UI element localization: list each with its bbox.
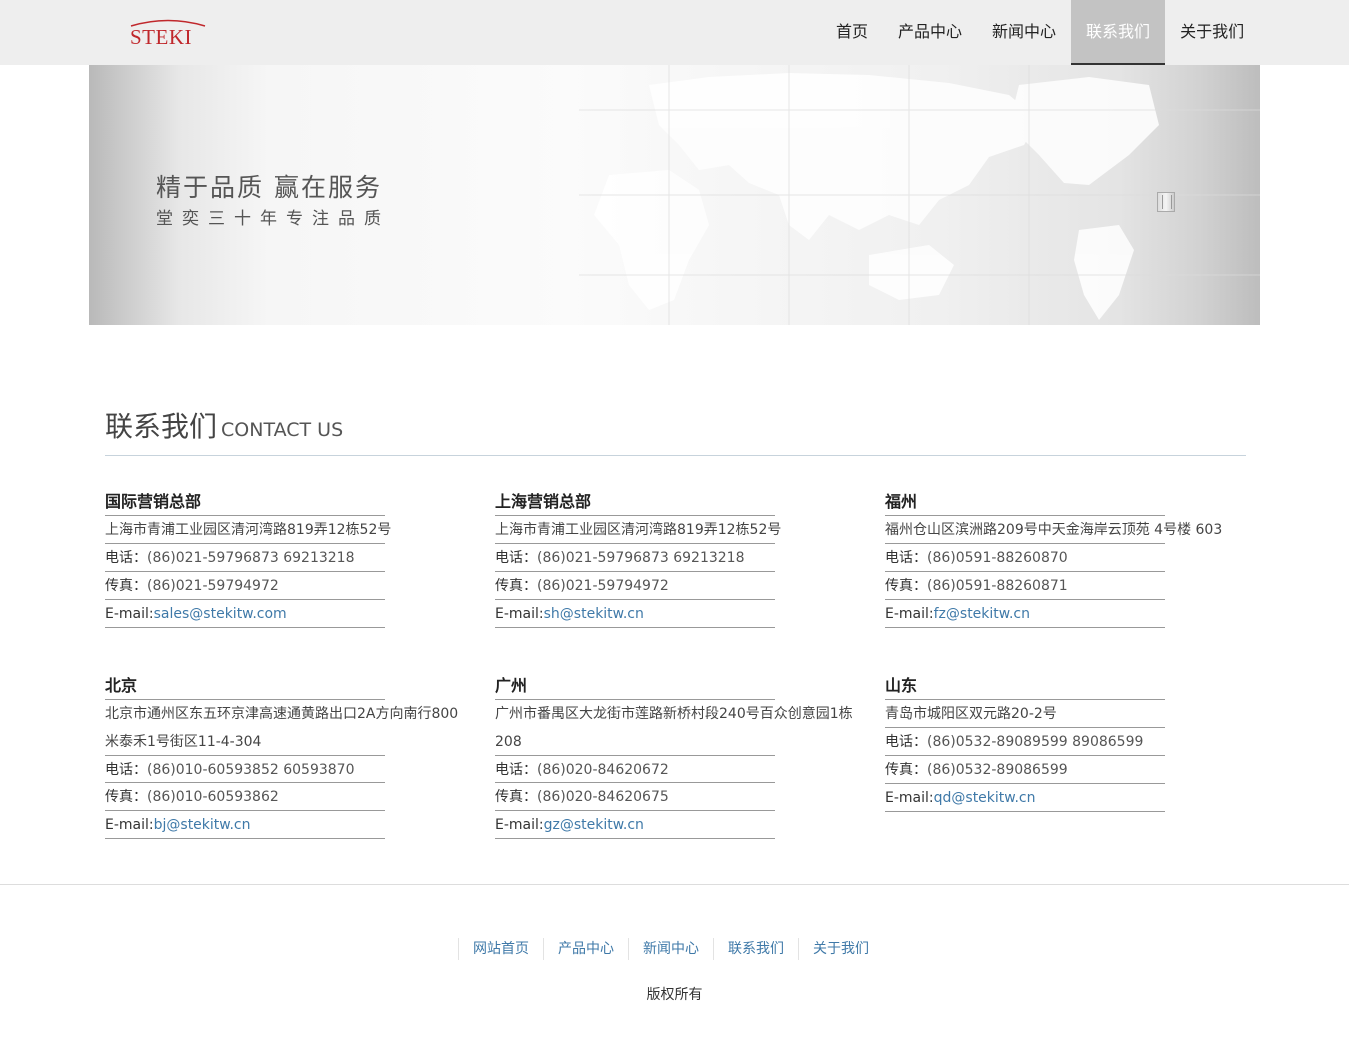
fax-value: (86)0532-89086599 xyxy=(927,762,1068,778)
section-heading: 联系我们 CONTACT US xyxy=(105,405,1246,456)
section-title-zh: 联系我们 xyxy=(105,410,218,443)
email-link[interactable]: gz@stekitw.cn xyxy=(544,817,644,833)
hero-banner: 精于品质 赢在服务 堂奕三十年专注品质 xyxy=(89,65,1260,325)
office-block: 国际营销总部 上海市青浦工业园区清河湾路819弄12栋52号 电话：(86)02… xyxy=(105,488,391,628)
email-label: E-mail: xyxy=(885,606,934,622)
footer-link-news[interactable]: 新闻中心 xyxy=(628,938,713,960)
office-email: E-mail:sales@stekitw.com xyxy=(105,600,385,628)
office-phone: 电话：(86)021-59796873 69213218 xyxy=(495,544,775,572)
phone-value: (86)021-59796873 69213218 xyxy=(147,550,355,566)
office-name: 国际营销总部 xyxy=(105,488,385,516)
logo-text: STEKI xyxy=(130,25,192,48)
phone-label: 电话： xyxy=(885,550,927,566)
footer-nav: 网站首页 产品中心 新闻中心 联系我们 关于我们 xyxy=(458,938,883,960)
fax-label: 传真： xyxy=(495,789,537,805)
office-fax: 传真：(86)021-59794972 xyxy=(105,572,385,600)
office-fax: 传真：(86)010-60593862 xyxy=(105,783,385,811)
email-link[interactable]: sales@stekitw.com xyxy=(154,606,287,622)
nav-about[interactable]: 关于我们 xyxy=(1165,0,1259,65)
office-name: 山东 xyxy=(885,672,1165,700)
office-address: 广州市番禺区大龙街市莲路新桥村段240号百众创意园1栋208 xyxy=(495,706,853,750)
office-block: 广州 广州市番禺区大龙街市莲路新桥村段240号百众创意园1栋208 电话：(86… xyxy=(495,672,853,839)
office-block: 山东 青岛市城阳区双元路20-2号 电话：(86)0532-89089599 8… xyxy=(885,672,1165,812)
office-name: 上海营销总部 xyxy=(495,488,775,516)
office-fax: 传真：(86)021-59794972 xyxy=(495,572,775,600)
fax-label: 传真： xyxy=(105,789,147,805)
phone-value: (86)0532-89089599 89086599 xyxy=(927,734,1144,750)
phone-label: 电话： xyxy=(105,550,147,566)
office-phone: 电话：(86)0591-88260870 xyxy=(885,544,1165,572)
email-link[interactable]: qd@stekitw.cn xyxy=(934,790,1036,806)
copyright: 版权所有 xyxy=(646,987,703,1003)
office-email: E-mail:qd@stekitw.cn xyxy=(885,784,1165,812)
fax-label: 传真： xyxy=(495,578,537,594)
email-link[interactable]: sh@stekitw.cn xyxy=(544,606,644,622)
office-address: 青岛市城阳区双元路20-2号 xyxy=(885,700,1165,728)
office-fax: 传真：(86)0532-89086599 xyxy=(885,756,1165,784)
office-name: 福州 xyxy=(885,488,1165,516)
phone-label: 电话： xyxy=(495,550,537,566)
office-name: 广州 xyxy=(495,672,775,700)
banner-title: 精于品质 赢在服务 xyxy=(156,173,382,202)
office-fax: 传真：(86)0591-88260871 xyxy=(885,572,1165,600)
email-link[interactable]: fz@stekitw.cn xyxy=(934,606,1030,622)
office-address: 北京市通州区东五环京津高速通黄路出口2A方向南行800米泰禾1号街区11-4-3… xyxy=(105,706,459,750)
fax-value: (86)010-60593862 xyxy=(147,789,279,805)
office-phone: 电话：(86)020-84620672 xyxy=(495,755,775,783)
phone-value: (86)020-84620672 xyxy=(537,762,669,778)
fax-label: 传真： xyxy=(105,578,147,594)
fax-label: 传真： xyxy=(885,762,927,778)
footer-link-about[interactable]: 关于我们 xyxy=(798,938,883,960)
footer-link-contact[interactable]: 联系我们 xyxy=(713,938,798,960)
office-block: 北京 北京市通州区东五环京津高速通黄路出口2A方向南行800米泰禾1号街区11-… xyxy=(105,672,458,839)
office-name: 北京 xyxy=(105,672,385,700)
phone-value: (86)021-59796873 69213218 xyxy=(537,550,745,566)
office-email: E-mail:gz@stekitw.cn xyxy=(495,811,775,839)
phone-value: (86)0591-88260870 xyxy=(927,550,1068,566)
site-header: STEKI 首页 产品中心 新闻中心 联系我们 关于我们 xyxy=(0,0,1349,65)
office-email: E-mail:fz@stekitw.cn xyxy=(885,600,1165,628)
fax-value: (86)020-84620675 xyxy=(537,789,669,805)
office-block: 福州 福州仓山区滨洲路209号中天金海岸云顶苑 4号楼 603 电话：(86)0… xyxy=(885,488,1222,628)
office-address: 福州仓山区滨洲路209号中天金海岸云顶苑 4号楼 603 xyxy=(885,516,1222,544)
fax-value: (86)021-59794972 xyxy=(147,578,279,594)
office-block: 上海营销总部 上海市青浦工业园区清河湾路819弄12栋52号 电话：(86)02… xyxy=(495,488,781,628)
email-label: E-mail: xyxy=(495,606,544,622)
fax-value: (86)021-59794972 xyxy=(537,578,669,594)
nav-home[interactable]: 首页 xyxy=(821,0,883,65)
fax-value: (86)0591-88260871 xyxy=(927,578,1068,594)
main-nav: 首页 产品中心 新闻中心 联系我们 关于我们 xyxy=(821,0,1259,65)
fax-label: 传真： xyxy=(885,578,927,594)
banner-subtitle: 堂奕三十年专注品质 xyxy=(156,209,390,229)
office-address: 上海市青浦工业园区清河湾路819弄12栋52号 xyxy=(495,516,781,544)
office-phone: 电话：(86)010-60593852 60593870 xyxy=(105,755,385,783)
phone-label: 电话： xyxy=(885,734,927,750)
nav-products[interactable]: 产品中心 xyxy=(883,0,977,65)
office-fax: 传真：(86)020-84620675 xyxy=(495,783,775,811)
phone-value: (86)010-60593852 60593870 xyxy=(147,762,355,778)
footer-link-home[interactable]: 网站首页 xyxy=(458,938,543,960)
office-address: 上海市青浦工业园区清河湾路819弄12栋52号 xyxy=(105,516,391,544)
office-email: E-mail:bj@stekitw.cn xyxy=(105,811,385,839)
slider-handle-icon[interactable] xyxy=(1157,192,1175,212)
email-label: E-mail: xyxy=(105,606,154,622)
nav-news[interactable]: 新闻中心 xyxy=(977,0,1071,65)
phone-label: 电话： xyxy=(495,762,537,778)
office-phone: 电话：(86)021-59796873 69213218 xyxy=(105,544,385,572)
email-label: E-mail: xyxy=(885,790,934,806)
footer-divider xyxy=(0,884,1349,885)
email-label: E-mail: xyxy=(105,817,154,833)
office-email: E-mail:sh@stekitw.cn xyxy=(495,600,775,628)
email-label: E-mail: xyxy=(495,817,544,833)
steki-logo[interactable]: STEKI xyxy=(128,18,208,48)
section-title-en: CONTACT US xyxy=(221,419,344,441)
office-phone: 电话：(86)0532-89089599 89086599 xyxy=(885,728,1165,756)
footer-link-products[interactable]: 产品中心 xyxy=(543,938,628,960)
phone-label: 电话： xyxy=(105,762,147,778)
email-link[interactable]: bj@stekitw.cn xyxy=(154,817,251,833)
nav-contact[interactable]: 联系我们 xyxy=(1071,0,1166,65)
